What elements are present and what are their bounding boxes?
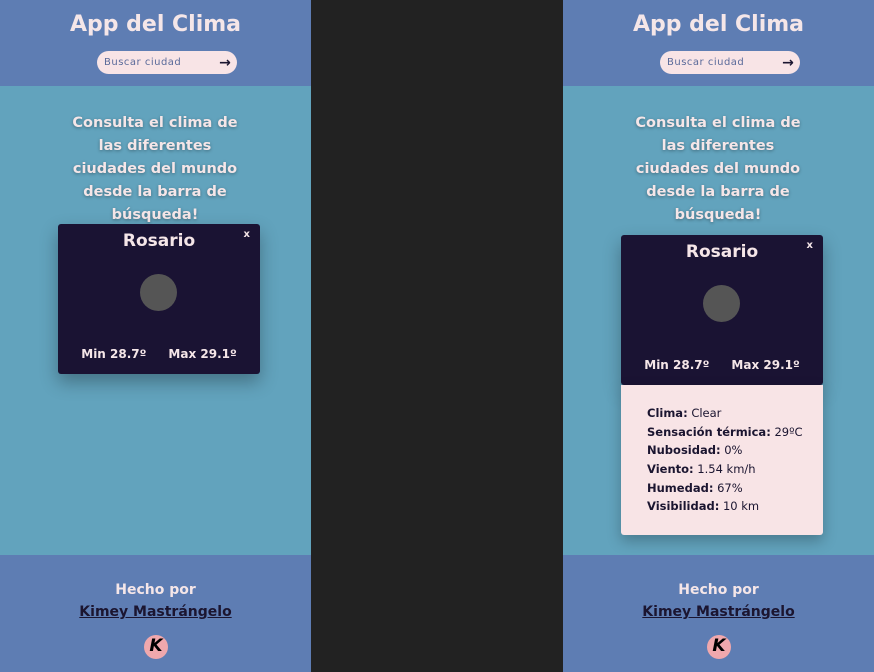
city-name: Rosario [685, 242, 759, 262]
arrow-right-icon: → [782, 54, 794, 71]
temperature-range: Min 28.7º Max 29.1º [621, 358, 823, 372]
search-input[interactable] [667, 54, 779, 71]
header: App del Clima → [0, 0, 311, 86]
detail-label: Visibilidad: [647, 499, 720, 514]
weather-card[interactable]: Rosario x Min 28.7º Max 29.1º [58, 224, 260, 374]
author-logo-icon[interactable]: K [144, 635, 168, 659]
app-title: App del Clima [632, 12, 805, 37]
max-temp: Max 29.1º [731, 358, 800, 372]
detail-label: Clima: [647, 406, 688, 420]
intro-text: Consulta el clima de las diferentes ciud… [635, 115, 801, 223]
max-temp: Max 29.1º [168, 347, 237, 361]
weather-card[interactable]: Rosario x Min 28.7º Max 29.1º [621, 235, 823, 385]
made-by-label: Hecho por [678, 582, 759, 598]
detail-value: 10 km [722, 499, 760, 514]
logo-letter: K [712, 636, 726, 656]
detail-sensacion: Sensación térmica: 29ºC [647, 423, 823, 442]
min-temp: Min 28.7º [644, 358, 710, 372]
author-link[interactable]: Kimey Mastrángelo [563, 604, 874, 620]
close-button[interactable]: x [244, 229, 250, 240]
detail-value: 0% [724, 443, 743, 458]
author-logo-icon[interactable]: K [707, 635, 731, 659]
weather-details: Clima: Clear Sensación térmica: 29ºC Nub… [621, 385, 823, 535]
city-name: Rosario [122, 231, 196, 251]
detail-value: Clear [691, 406, 722, 420]
app-view-collapsed: App del Clima → Consulta el clima de las… [0, 0, 311, 672]
header: App del Clima → [563, 0, 874, 86]
app-title: App del Clima [69, 12, 242, 37]
temperature-range: Min 28.7º Max 29.1º [58, 347, 260, 361]
search-bar: → [97, 51, 237, 74]
search-button[interactable]: → [217, 54, 233, 71]
detail-humedad: Humedad: 67% [647, 479, 823, 498]
detail-value: 29ºC [774, 424, 803, 439]
intro-text: Consulta el clima de las diferentes ciud… [72, 115, 238, 223]
search-button[interactable]: → [780, 54, 796, 71]
logo-letter: K [149, 636, 163, 656]
made-by-label: Hecho por [115, 582, 196, 598]
detail-value: 67% [717, 480, 743, 495]
detail-label: Viento: [647, 462, 694, 477]
detail-label: Humedad: [647, 480, 714, 495]
search-input[interactable] [104, 54, 216, 71]
app-view-expanded: App del Clima → Consulta el clima de las… [563, 0, 874, 672]
screenshot-stage: App del Clima → Consulta el clima de las… [0, 0, 874, 672]
detail-label: Nubosidad: [647, 443, 721, 458]
main-area: Consulta el clima de las diferentes ciud… [563, 86, 874, 555]
weather-icon [140, 274, 177, 311]
detail-value: 1.54 km/h [697, 462, 756, 477]
dark-divider [311, 0, 563, 672]
search-bar: → [660, 51, 800, 74]
arrow-right-icon: → [219, 54, 231, 71]
weather-icon [703, 285, 740, 322]
footer: Hecho por Kimey Mastrángelo K [563, 555, 874, 672]
close-button[interactable]: x [807, 240, 813, 251]
min-temp: Min 28.7º [81, 347, 147, 361]
detail-label: Sensación térmica: [647, 424, 771, 439]
author-link[interactable]: Kimey Mastrángelo [0, 604, 311, 620]
detail-visibilidad: Visibilidad: 10 km [647, 497, 823, 516]
detail-nubosidad: Nubosidad: 0% [647, 441, 823, 460]
detail-viento: Viento: 1.54 km/h [647, 460, 823, 479]
detail-clima: Clima: Clear [647, 404, 823, 423]
footer: Hecho por Kimey Mastrángelo K [0, 555, 311, 672]
